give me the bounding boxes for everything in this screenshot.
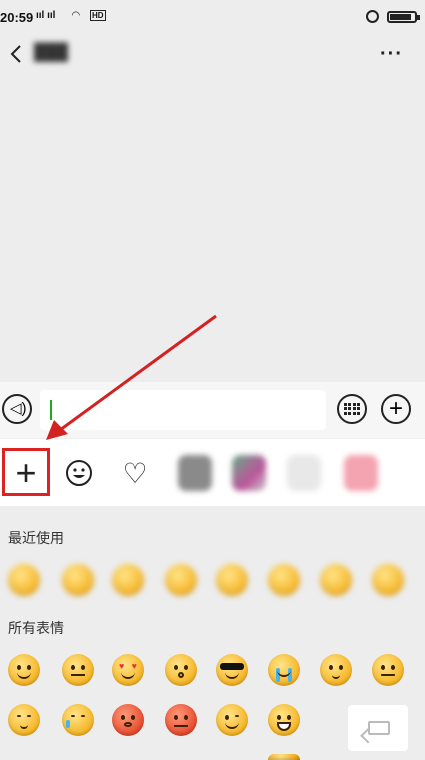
recent-emoji[interactable] (112, 564, 144, 596)
backspace-button[interactable] (348, 705, 408, 751)
status-time: 20:59 (0, 10, 34, 25)
status-bar: 20:59 ııl ııl ◠ HD (0, 0, 425, 34)
message-input[interactable] (40, 390, 326, 430)
emoji-tearful[interactable] (62, 704, 94, 736)
emoji-stare[interactable] (165, 654, 197, 686)
back-arrow-icon[interactable] (6, 42, 30, 66)
wifi-icon: ◠ (72, 10, 80, 21)
hd-network-icon: HD (90, 10, 106, 21)
chat-title: ███ (34, 44, 69, 61)
emoji-cool[interactable] (216, 654, 248, 686)
sticker-pack-tab-1[interactable] (178, 455, 212, 491)
emoji-tongue[interactable] (216, 704, 248, 736)
annotation-highlight-box (2, 448, 50, 496)
keyboard-icon (344, 403, 360, 415)
alarm-icon (366, 10, 379, 23)
emoji-silent[interactable] (372, 654, 404, 686)
emoji-sleepy[interactable] (8, 704, 40, 736)
emoji-embarrassed[interactable] (112, 704, 144, 736)
sticker-pack-tab-3[interactable] (287, 455, 321, 491)
chat-screen: 20:59 ııl ııl ◠ HD ███ ··· ◁) + + ♡ 最近使用… (0, 0, 425, 760)
emoji-shy[interactable] (320, 654, 352, 686)
recent-emoji[interactable] (62, 564, 94, 596)
more-functions-button[interactable]: + (381, 394, 411, 424)
voice-input-button[interactable]: ◁) (2, 394, 32, 424)
sticker-tab-row: + ♡ (0, 438, 425, 506)
battery-icon (387, 11, 420, 23)
emoji-grin[interactable] (268, 704, 300, 736)
more-options-button[interactable]: ··· (380, 43, 403, 66)
text-cursor (50, 400, 52, 420)
emoji-tab[interactable] (55, 449, 103, 497)
emoji-angry[interactable] (165, 704, 197, 736)
favorites-tab[interactable]: ♡ (111, 449, 159, 497)
recent-emoji[interactable] (372, 564, 404, 596)
plus-icon: + (388, 395, 403, 422)
sticker-pack-tab-2[interactable] (232, 455, 266, 491)
input-row: ◁) + (0, 382, 425, 438)
emoji-heart-eyes[interactable]: ♥ ♥ (112, 654, 144, 686)
voice-icon: ◁) (10, 400, 27, 417)
emoji-partial[interactable] (268, 754, 300, 760)
signal-icon: ııl ııl (36, 10, 56, 21)
sticker-pack-tab-4[interactable] (344, 455, 378, 491)
recent-emoji[interactable] (165, 564, 197, 596)
recent-emoji-label: 最近使用 (8, 530, 64, 546)
smile-icon (66, 460, 92, 486)
emoji-smile[interactable] (8, 654, 40, 686)
message-area (0, 74, 425, 382)
recent-emoji[interactable] (216, 564, 248, 596)
emoji-grimace[interactable] (62, 654, 94, 686)
keyboard-toggle-button[interactable] (337, 394, 367, 424)
emoji-cry[interactable] (268, 654, 300, 686)
title-bar: ███ ··· (0, 34, 425, 74)
recent-emoji[interactable] (8, 564, 40, 596)
backspace-icon (368, 721, 390, 735)
all-emoji-label: 所有表情 (8, 620, 64, 636)
recent-emoji[interactable] (268, 564, 300, 596)
recent-emoji[interactable] (320, 564, 352, 596)
